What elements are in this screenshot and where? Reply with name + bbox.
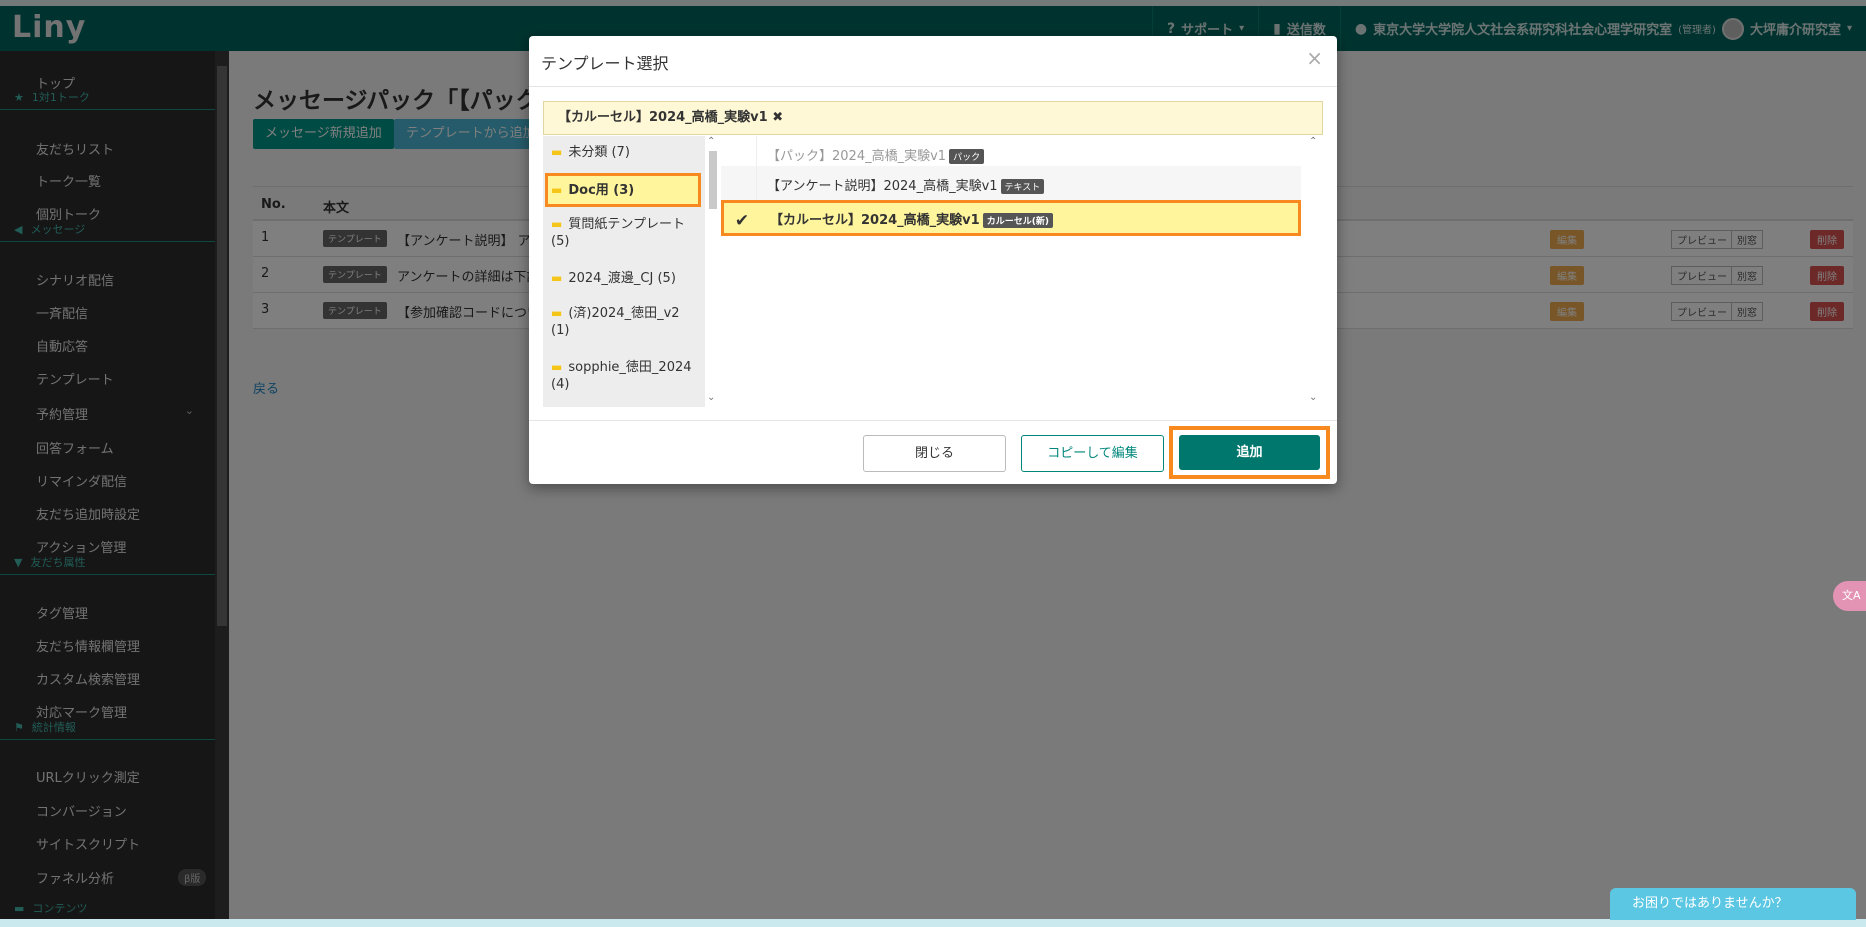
scroll-up-icon[interactable]: ⌃ [1309,136,1317,147]
folder-item[interactable]: ▬ (済)2024_徳田_v2 (1) [551,305,697,339]
type-badge: テキスト [1000,179,1045,194]
bottom-strip [0,919,1866,927]
folder-label: 未分類 (7) [568,145,630,160]
template-label: 【アンケート説明】2024_高橋_実験v1 テキスト [767,175,1045,194]
folder-item[interactable]: ▬ 質問紙テンプレート (5) [551,216,697,250]
folder-item[interactable]: ▬ 未分類 (7) [551,144,697,161]
divider [529,86,1337,87]
folder-icon: ▬ [551,360,563,374]
close-button[interactable]: 閉じる [863,435,1006,472]
folder-icon: ▬ [551,271,563,285]
selected-template-chip[interactable]: 【カルーセル】2024_高橋_実験v1 ✖ [543,101,1323,135]
template-name: 【パック】2024_高橋_実験v1 [767,149,947,164]
divider [529,420,1337,421]
add-button-highlight: 追加 [1169,426,1330,479]
template-list: 【パック】2024_高橋_実験v1 パック 【アンケート説明】2024_高橋_実験… [721,136,1309,407]
folder-icon: ▬ [551,217,563,231]
copy-edit-button[interactable]: コピーして編集 [1021,435,1164,472]
folder-open-icon: ▬ [551,183,563,197]
checkbox-empty[interactable] [721,166,757,202]
type-badge: パック [949,149,985,164]
scroll-down-icon[interactable]: ⌄ [707,392,715,403]
folder-scrollbar[interactable]: ⌃ ⌄ [707,136,719,407]
help-chat-button[interactable]: お困りではありませんか？ [1610,888,1856,920]
add-button[interactable]: 追加 [1179,435,1320,470]
folder-item-selected[interactable]: ▬ Doc用 (3) [551,182,697,199]
folder-icon: ▬ [551,306,563,320]
template-name: 【アンケート説明】2024_高橋_実験v1 [767,179,998,194]
folder-label: 質問紙テンプレート (5) [551,217,685,249]
folder-label: 2024_渡邊_CJ (5) [568,271,676,286]
folder-item[interactable]: ▬ sopphie_徳田_2024 (4) [551,359,697,393]
translate-icon[interactable]: 文A [1833,581,1866,611]
template-row[interactable]: 【アンケート説明】2024_高橋_実験v1 テキスト [721,166,1301,202]
scrollbar-thumb[interactable] [709,151,717,209]
template-select-modal: テンプレート選択 × 【カルーセル】2024_高橋_実験v1 ✖ ▬ 未分類 (7… [529,36,1337,484]
scroll-down-icon[interactable]: ⌄ [1309,392,1317,403]
folder-label: Doc用 (3) [568,183,635,198]
template-label: 【パック】2024_高橋_実験v1 パック [767,145,985,164]
folder-list: ▬ 未分類 (7) ▬ Doc用 (3) ▬ 質問紙テンプレート (5) ▬ 2024_… [543,136,705,407]
template-scrollbar[interactable]: ⌃ ⌄ [1309,136,1323,407]
folder-item[interactable]: ▬ 2024_渡邊_CJ (5) [551,270,697,287]
folder-label: sopphie_徳田_2024 (4) [551,360,692,392]
type-badge: カルーセル(新) [982,213,1053,228]
scroll-up-icon[interactable]: ⌃ [707,136,715,147]
folder-icon: ▬ [551,145,563,159]
folder-label: (済)2024_徳田_v2 (1) [551,306,680,338]
template-row-selected[interactable]: ✔ 【カルーセル】2024_高橋_実験v1 カルーセル(新) [721,200,1301,236]
modal-title: テンプレート選択 [541,54,669,73]
template-label: 【カルーセル】2024_高橋_実験v1 カルーセル(新) [770,209,1053,228]
close-icon[interactable]: × [1306,46,1323,70]
template-name: 【カルーセル】2024_高橋_実験v1 [770,213,980,228]
check-icon[interactable]: ✔ [724,203,760,239]
